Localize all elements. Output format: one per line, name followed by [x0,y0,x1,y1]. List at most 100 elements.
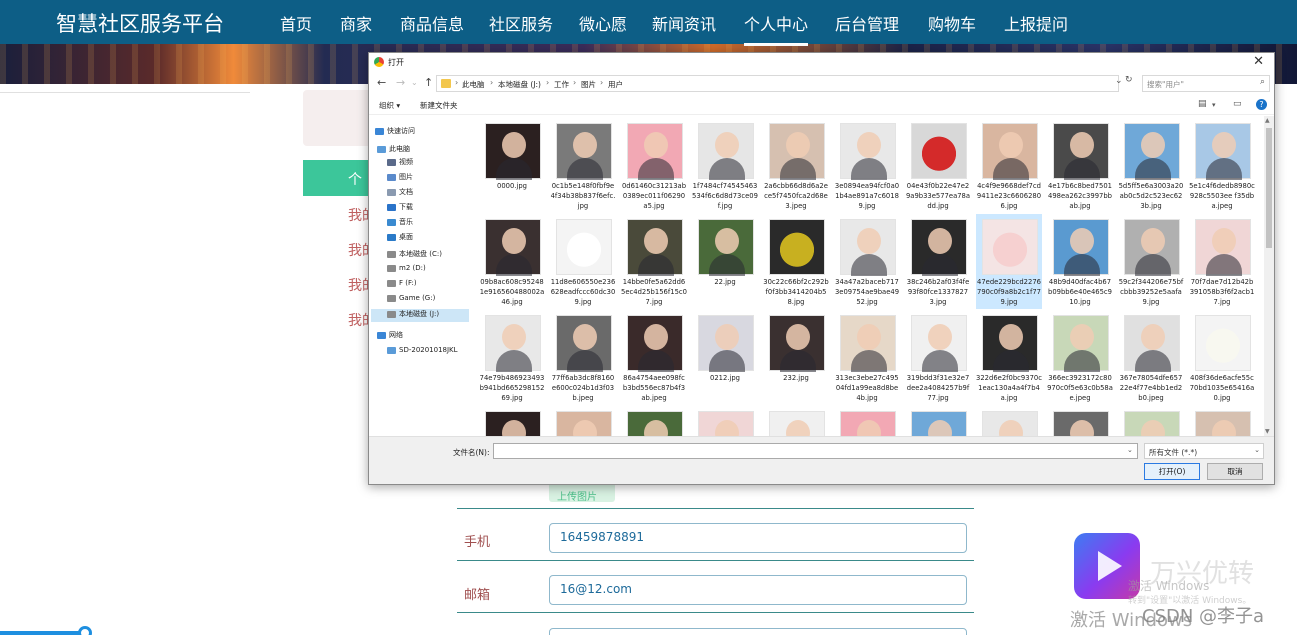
file-item[interactable]: 322d6e2f0bc9370c1eac130a4a4f7b4a.jpg [976,310,1042,405]
file-item[interactable]: 70f7dae7d12b42b391058b3f6f2acb17.jpg [1189,214,1255,309]
breadcrumb-item[interactable]: 此电脑 [462,79,485,90]
phone-input[interactable]: 16459878891 [549,523,967,553]
nav-pane-item[interactable]: 此电脑 [377,144,410,157]
breadcrumb-item[interactable]: 图片 [581,79,596,90]
file-item[interactable]: 38c246b2af03f4fe93f80fce13378273.jpg [905,214,971,309]
new-folder-button[interactable]: 新建文件夹 [420,100,458,111]
file-item[interactable]: 2a6cbb66d8d6a2ece5f7450fca2d68e3.jpeg [763,118,829,213]
file-item[interactable]: 408f36de6acfe55c70bd1035e65416a0.jpg [1189,310,1255,405]
close-icon[interactable]: ✕ [1253,54,1264,69]
nav-merchants[interactable]: 商家 [340,11,372,35]
email-input[interactable]: 16@12.com [549,575,967,605]
search-input[interactable]: 搜索"用户" ⌕ [1142,75,1270,92]
file-item[interactable]: 74e79b486923493b941bd66529815269.jpg [479,310,545,405]
file-item[interactable] [763,406,829,436]
file-item[interactable] [1047,406,1113,436]
nav-report-question[interactable]: 上报提问 [1004,11,1068,35]
nav-pane-item[interactable]: 音乐 [387,217,413,230]
file-item[interactable] [976,406,1042,436]
nav-pane-item[interactable]: F (F:) [387,279,417,292]
file-item[interactable]: 367e78054dfe65722e4f77e4bb1ed2b0.jpeg [1118,310,1184,405]
nav-pane-item[interactable]: SD-20201018JKL [387,346,458,359]
file-type-select[interactable]: 所有文件 (*.*) ⌄ [1144,443,1264,459]
file-item[interactable]: 232.jpg [763,310,829,405]
file-item[interactable]: 59c2f344206e75bfcbbb39252e5aafa9.jpg [1118,214,1184,309]
nav-pane-item[interactable]: 本地磁盘 (J:) [371,309,469,322]
chevron-down-icon[interactable]: ⌄ [1115,76,1123,86]
site-logo[interactable]: 智慧社区服务平台 [56,8,224,38]
file-item[interactable] [1189,406,1255,436]
forward-icon[interactable]: → [396,76,405,89]
nav-admin[interactable]: 后台管理 [835,11,899,35]
file-item[interactable]: 319bdd3f31e32e7dee2a4084257b9f77.jpg [905,310,971,405]
file-item[interactable]: 48b9d40dfac4b67b09bb6e40e465c910.jpg [1047,214,1113,309]
chevron-down-icon[interactable]: ⌄ [1127,446,1133,454]
organize-button[interactable]: 组织 ▾ [379,100,400,111]
file-item[interactable]: 4e17b6c8bed7501498ea262c3997bbab.jpg [1047,118,1113,213]
file-item[interactable] [905,406,971,436]
file-item[interactable]: 30c22c66bf2c292bf0f3bb3414204b58.jpg [763,214,829,309]
scroll-down-icon[interactable]: ▼ [1265,428,1270,435]
nav-pane-item[interactable]: 本地磁盘 (C:) [387,249,442,262]
scroll-up-icon[interactable]: ▲ [1265,117,1270,124]
file-item[interactable] [550,406,616,436]
file-item[interactable]: 22.jpg [692,214,758,309]
file-item[interactable]: 11d8e606550e236628eadfccc60dc309.jpg [550,214,616,309]
breadcrumb-item[interactable]: 工作 [554,79,569,90]
nav-community-service[interactable]: 社区服务 [489,11,553,35]
nav-pane-item[interactable]: Game (G:) [387,294,435,307]
nav-pane-item[interactable]: 下载 [387,202,413,215]
upload-image-button[interactable]: 上传图片 [549,482,615,503]
nav-cart[interactable]: 购物车 [928,11,976,35]
breadcrumb-item[interactable]: 用户 [608,79,623,90]
file-item[interactable]: 86a4754aee098fcb3bd556ec87b4f3ab.jpeg [621,310,687,405]
address-bar[interactable]: › 此电脑 › 本地磁盘 (J:) › 工作 › 图片 › 用户 [436,75,1119,92]
refresh-icon[interactable]: ↻ [1125,75,1133,85]
file-item[interactable]: 47ede229bcd2276790c0f9a8b2c1f779.jpg [976,214,1042,309]
nav-pane-item[interactable]: 视频 [387,157,413,170]
file-item[interactable]: 313ec3ebe27c49504fd1a99ea8d8be4b.jpg [834,310,900,405]
back-icon[interactable]: ← [377,76,386,89]
chevron-down-icon[interactable]: ▾ [1212,101,1216,109]
open-button[interactable]: 打开(O) [1144,463,1200,480]
file-item[interactable]: 5d5ff5e6a3003a20ab0c5d2c523ec623b.jpg [1118,118,1184,213]
nav-pane-item[interactable]: 桌面 [387,232,413,245]
file-item[interactable] [692,406,758,436]
nav-pane-item[interactable]: 文档 [387,187,413,200]
file-item[interactable]: 0d61460c31213ab0389ec011f06290a5.jpg [621,118,687,213]
nav-personal-center[interactable]: 个人中心 [744,11,809,46]
help-icon[interactable]: ? [1256,99,1267,110]
file-item[interactable]: 0c1b5e148f0fbf9e4f34b38b837f6efc.jpg [550,118,616,213]
file-item[interactable]: 0000.jpg [479,118,545,213]
file-item[interactable] [621,406,687,436]
nav-pane-item[interactable]: m2 (D:) [387,264,426,277]
up-icon[interactable]: ↑ [424,76,433,89]
dialog-title-bar[interactable]: 打开 ✕ [369,53,1274,73]
nav-pane-item[interactable]: 图片 [387,172,413,185]
file-item[interactable]: 09b8ac608c952481e916560488002a46.jpg [479,214,545,309]
file-item[interactable]: 3e0894ea94fcf0a01b4ae891a7c60189.jpg [834,118,900,213]
nav-pane-item[interactable]: 网络 [377,330,403,343]
nav-wishes[interactable]: 微心愿 [579,11,627,35]
preview-pane-icon[interactable]: ▭ [1233,99,1242,109]
file-item[interactable]: 04e43f0b22e47e29a9b33e577ea78add.jpg [905,118,971,213]
file-grid-scrollbar[interactable]: ▲ ▼ [1264,116,1274,436]
recent-chevron-icon[interactable]: ⌄ [411,78,418,87]
breadcrumb-item[interactable]: 本地磁盘 (J:) [498,79,541,90]
view-mode-icon[interactable]: ▤ [1198,99,1207,109]
file-item[interactable]: 0212.jpg [692,310,758,405]
nav-pane-item[interactable]: 快速访问 [375,126,415,139]
file-item[interactable] [479,406,545,436]
cancel-button[interactable]: 取消 [1207,463,1263,480]
nav-products[interactable]: 商品信息 [400,11,464,35]
nav-news[interactable]: 新闻资讯 [652,11,716,35]
nav-home[interactable]: 首页 [280,11,312,35]
file-item[interactable]: 366ec3923172c80970c0f5e63c0b58ae.jpeg [1047,310,1113,405]
file-item[interactable]: 1f7484cf74545463534f6c6d8d73ce09f.jpg [692,118,758,213]
file-item[interactable] [1118,406,1184,436]
file-item[interactable]: 77ff6ab3dc8f8160e600c024b1d3f03b.jpeg [550,310,616,405]
file-name-input[interactable] [493,443,1138,459]
file-item[interactable]: 14bbe0fe5a62dd65ec4d25b156f15c07.jpg [621,214,687,309]
file-item[interactable] [834,406,900,436]
next-input[interactable] [549,628,967,635]
